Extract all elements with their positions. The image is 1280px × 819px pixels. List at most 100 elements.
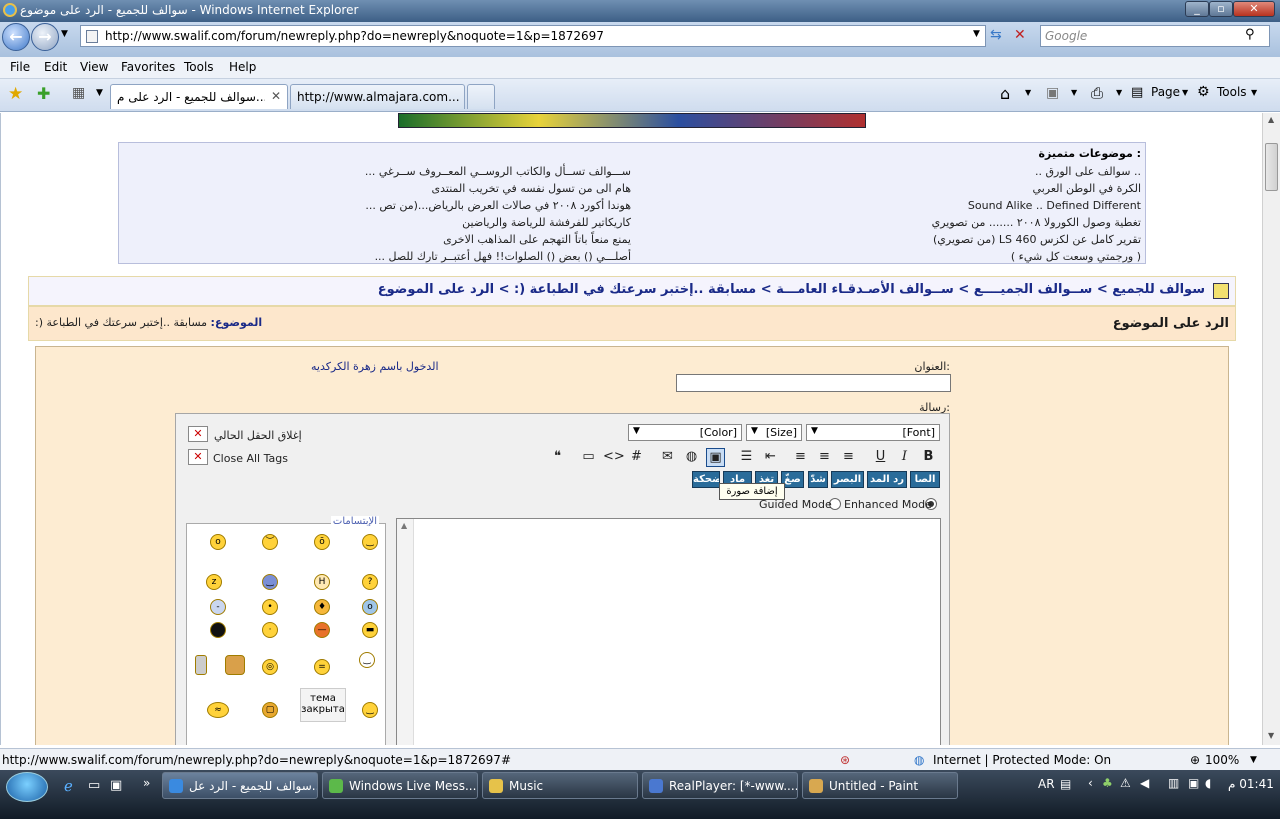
smiley-icon[interactable]: o [210, 534, 226, 550]
print-dropdown-icon[interactable]: ▼ [1116, 88, 1122, 97]
quick-tabs-icon[interactable]: ▦ [72, 85, 85, 101]
align-center-icon[interactable]: ≡ [815, 448, 834, 467]
smiley-icon[interactable]: • [262, 599, 278, 615]
scroll-down-icon[interactable]: ▼ [1268, 731, 1274, 740]
smiley-icon[interactable]: ? [362, 574, 378, 590]
minimize-button[interactable]: _ [1185, 1, 1209, 17]
taskbar-item-messenger[interactable]: Windows Live Mess... [322, 772, 478, 799]
login-as-link[interactable]: الدخول باسم زهرة الكركديه [311, 360, 439, 373]
close-all-button[interactable]: ✕ [188, 449, 208, 465]
insert-link-icon[interactable]: ◍ [682, 448, 701, 467]
stop-icon[interactable]: ✕ [1014, 27, 1026, 43]
featured-link[interactable]: الكرة في الوطن العربي [1033, 182, 1141, 195]
recent-pages-dropdown-icon[interactable]: ▼ [61, 29, 68, 39]
feeds-dropdown-icon[interactable]: ▼ [1071, 88, 1077, 97]
hash-icon[interactable]: # [627, 448, 646, 467]
bbcode-button[interactable]: البصر [831, 471, 864, 488]
zoom-level[interactable]: 100% [1205, 753, 1239, 767]
smiley-icon[interactable]: ▬ [362, 622, 378, 638]
close-window-button[interactable]: ✕ [1233, 1, 1275, 17]
smiley-icon[interactable]: ‿ [262, 574, 278, 590]
language-indicator[interactable]: AR [1038, 777, 1055, 791]
home-dropdown-icon[interactable]: ▼ [1025, 88, 1031, 97]
smiley-icon[interactable]: — [314, 622, 330, 638]
smiley-icon[interactable]: ♦ [314, 599, 330, 615]
menu-favorites[interactable]: Favorites [121, 60, 175, 74]
smiley-icon[interactable]: H [314, 574, 330, 590]
tools-menu[interactable]: Tools [1217, 85, 1247, 99]
textarea-scrollbar[interactable]: ▲ [397, 519, 414, 745]
smiley-icon[interactable]: z [206, 574, 222, 590]
smiley-icon[interactable]: - [210, 599, 226, 615]
bbcode-button[interactable]: رد المد [867, 471, 907, 488]
address-dropdown-icon[interactable]: ▼ [973, 29, 980, 39]
refresh-icon[interactable]: ⇆ [990, 27, 1002, 43]
page-menu[interactable]: Page [1151, 85, 1180, 99]
maximize-button[interactable]: ▫ [1209, 1, 1233, 17]
show-desktop-icon[interactable]: ▭ [88, 778, 100, 793]
menu-edit[interactable]: Edit [44, 60, 67, 74]
scroll-up-icon[interactable]: ▲ [401, 521, 407, 530]
tray-icon[interactable]: ▣ [1188, 776, 1199, 790]
featured-link[interactable]: .. سوالف على الورق .. [1035, 165, 1141, 178]
monitor-tray-icon[interactable]: ▥ [1168, 776, 1179, 790]
close-tab-icon[interactable]: ✕ [271, 89, 281, 103]
code-icon[interactable]: <> [603, 448, 625, 467]
smiley-icon[interactable] [225, 655, 245, 675]
insert-image-icon[interactable]: ▣ [706, 448, 725, 467]
forward-button[interactable]: → [31, 23, 59, 51]
tab-list-dropdown-icon[interactable]: ▼ [96, 88, 103, 98]
scrollbar-thumb[interactable] [1265, 143, 1278, 191]
favorites-star-icon[interactable]: ★ [8, 84, 23, 104]
tab-swalif[interactable]: سوالف للجميع - الرد على م... ✕ [110, 84, 288, 109]
menu-help[interactable]: Help [229, 60, 256, 74]
bbcode-button[interactable]: ضحكة [692, 471, 720, 488]
featured-link[interactable]: Sound Alike .. Defined Different [968, 199, 1141, 212]
address-bar[interactable]: http://www.swalif.com/forum/newreply.php… [80, 25, 986, 47]
clock[interactable]: 01:41 م [1228, 777, 1274, 791]
align-left-icon[interactable]: ≡ [839, 448, 858, 467]
smiley-icon[interactable]: = [314, 659, 330, 675]
insert-email-icon[interactable]: ✉ [658, 448, 677, 467]
new-tab-button[interactable] [467, 84, 495, 109]
tab-almajara[interactable]: http://www.almajara.com... [290, 84, 465, 109]
volume-tray-icon[interactable]: ◀ [1140, 776, 1149, 790]
bbcode-button[interactable]: شدّ [808, 471, 828, 488]
start-button[interactable] [6, 772, 48, 802]
smiley-icon[interactable]: ‿ [362, 702, 378, 718]
featured-link[interactable]: ( ورجمتي وسعت كل شيء ) [1011, 250, 1141, 263]
speaker-tray-icon[interactable]: ◖ [1205, 776, 1211, 790]
print-icon[interactable]: ⎙ [1091, 84, 1103, 102]
featured-link[interactable]: أصلـــي () بعض () الصلوات!! فهل أعتبــر … [375, 250, 631, 263]
home-icon[interactable]: ⌂ [1000, 84, 1010, 103]
network-tray-icon[interactable]: ⚠ [1120, 776, 1131, 790]
featured-link[interactable]: هام الى من تسول نفسه في تخريب المنتدى [432, 182, 631, 195]
taskbar-item-realplayer[interactable]: RealPlayer: [*-www.... [642, 772, 798, 799]
quicklaunch-more-icon[interactable]: » [143, 776, 150, 790]
message-textarea[interactable]: ▲ [396, 518, 941, 745]
smiley-icon[interactable]: ▢ [262, 702, 278, 718]
zoom-dropdown-icon[interactable]: ▼ [1250, 755, 1257, 765]
smiley-icon[interactable]: ō [314, 534, 330, 550]
smiley-icon[interactable]: ‿ [359, 652, 375, 668]
tray-expand-icon[interactable]: ‹ [1088, 776, 1093, 790]
page-scrollbar[interactable]: ▲ ▼ [1262, 113, 1280, 745]
tools-dropdown-icon[interactable]: ▼ [1251, 88, 1257, 97]
subject-input[interactable] [676, 374, 951, 392]
outdent-icon[interactable]: ⇤ [761, 448, 780, 467]
list-icon[interactable]: ☰ [737, 448, 756, 467]
security-zone[interactable]: Internet | Protected Mode: On [933, 753, 1111, 767]
font-select[interactable]: ▼ [Font] [806, 424, 940, 441]
smiley-icon[interactable] [195, 655, 207, 675]
topic-closed-smiley[interactable]: тема закрыта [300, 688, 346, 722]
smiley-icon[interactable]: ◎ [262, 659, 278, 675]
menu-tools[interactable]: Tools [184, 60, 214, 74]
ie-quicklaunch-icon[interactable]: ℯ [64, 777, 73, 795]
smiley-icon[interactable]: · [262, 622, 278, 638]
italic-icon[interactable]: I [895, 448, 914, 467]
smiley-icon[interactable]: ≈ [207, 702, 229, 718]
search-icon[interactable]: ⚲ [1245, 27, 1255, 42]
featured-link[interactable]: هوندا أكورد ٢٠٠٨ في صالات العرض بالرياض.… [365, 199, 631, 212]
search-input[interactable]: Google [1040, 25, 1270, 47]
smiley-icon[interactable] [210, 622, 226, 638]
